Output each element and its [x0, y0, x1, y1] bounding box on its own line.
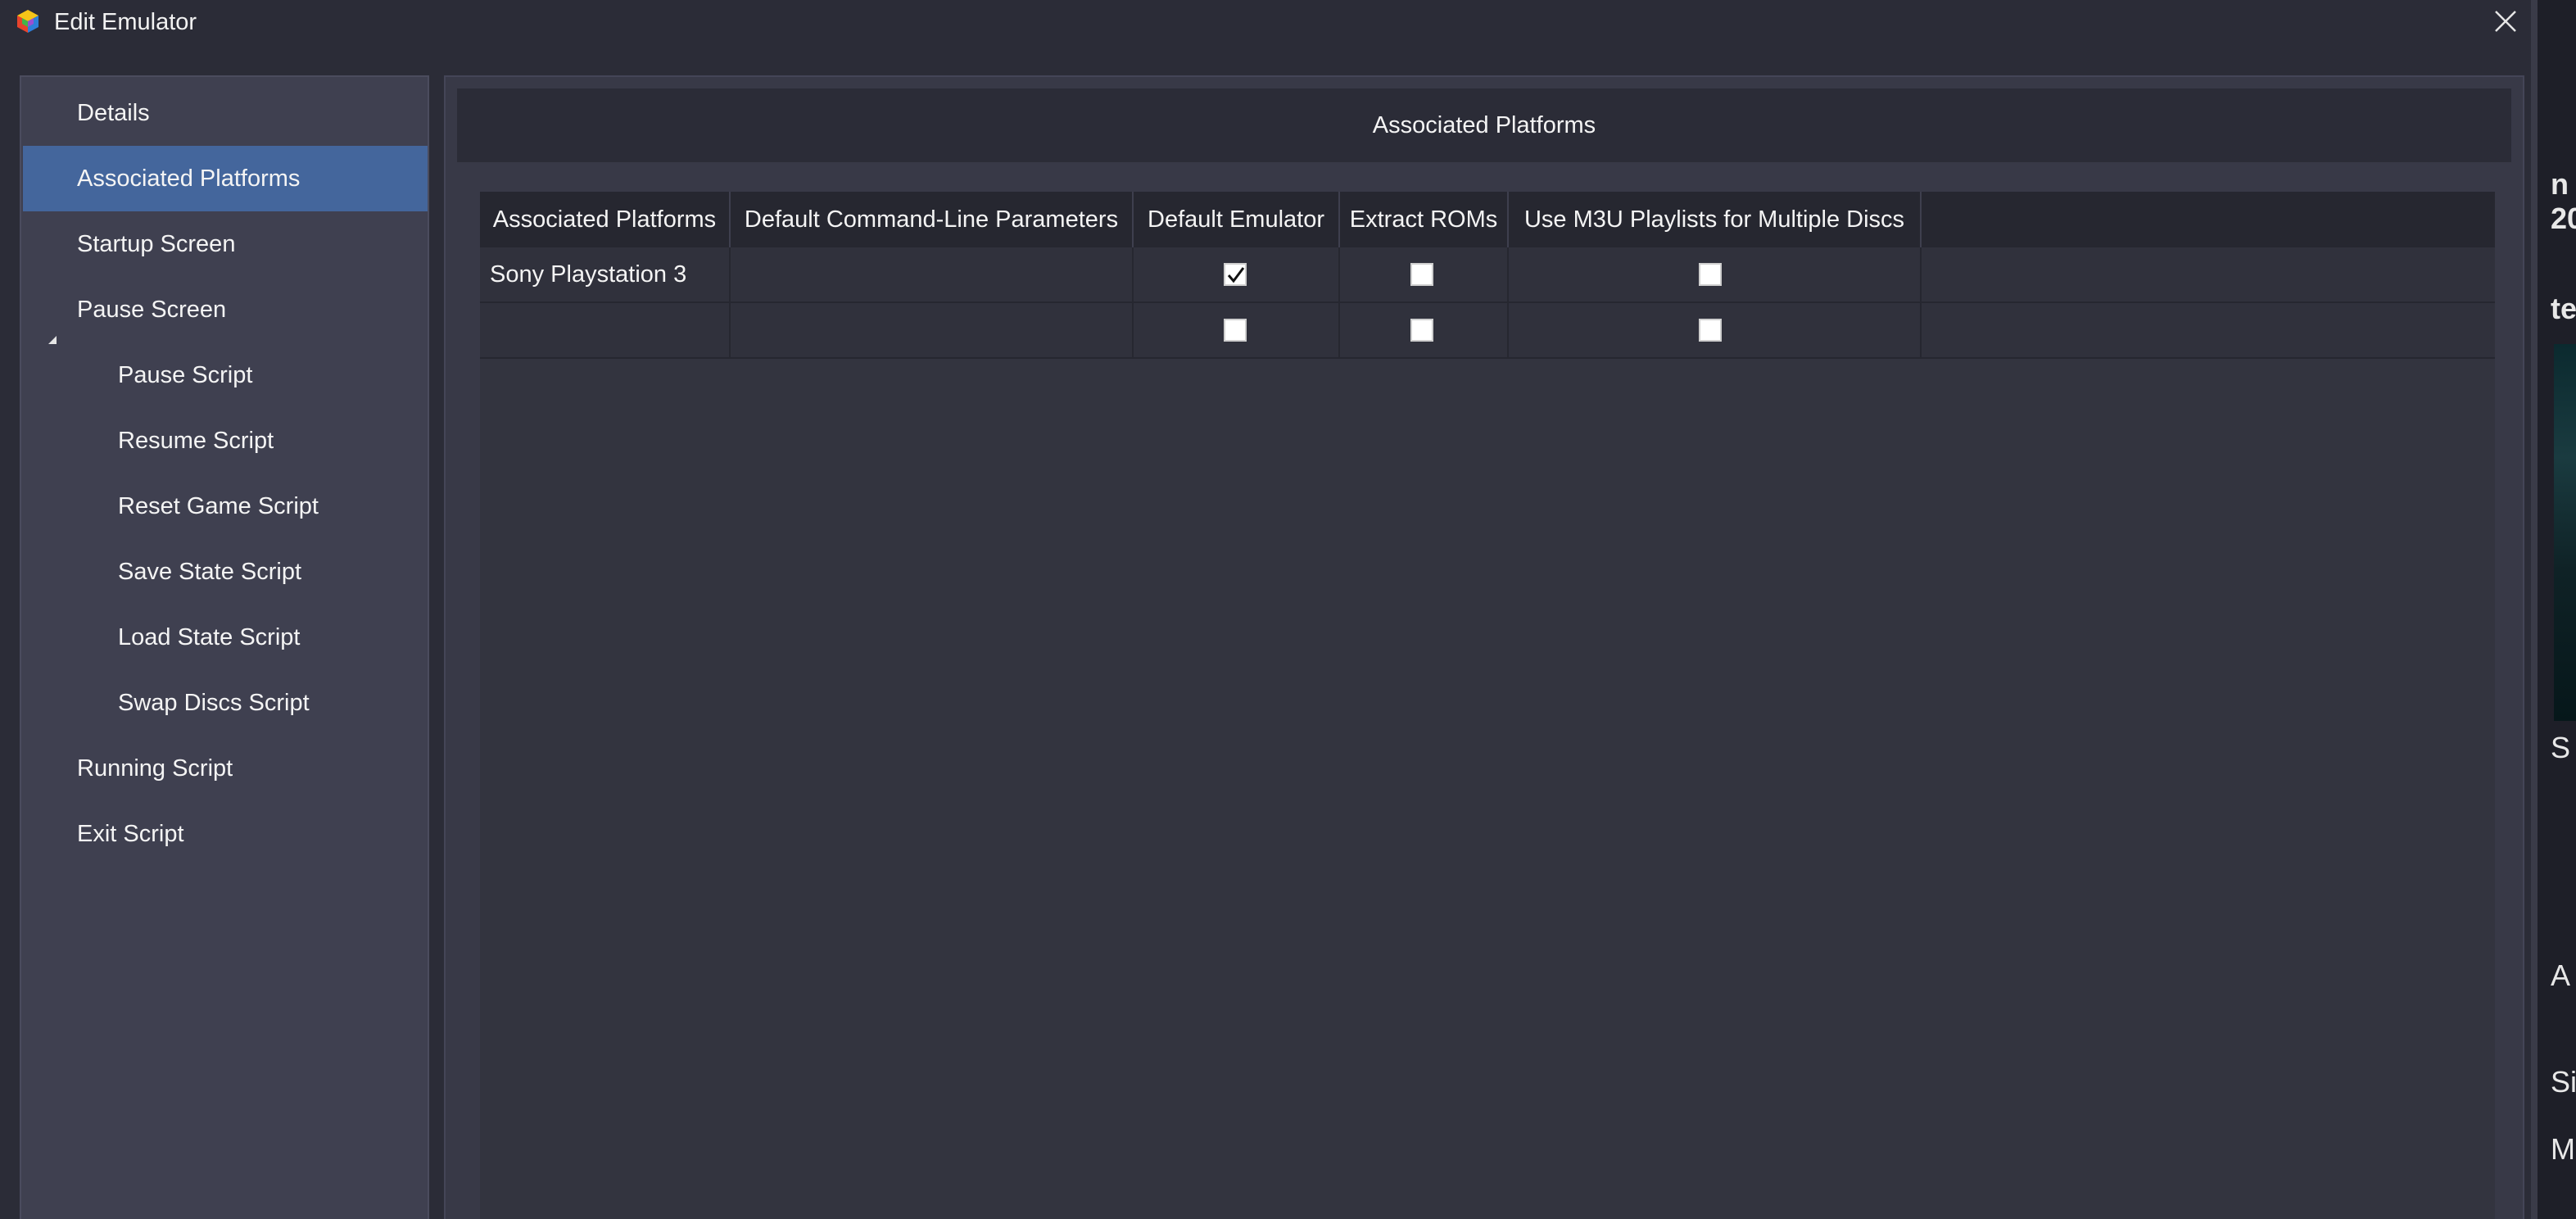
- sidebar-item-label: Associated Platforms: [77, 165, 301, 192]
- background-text: n: [2551, 167, 2569, 201]
- sidebar-item-label: Reset Game Script: [118, 493, 319, 519]
- sidebar-item-reset-game-script[interactable]: Reset Game Script: [23, 474, 428, 539]
- table-row[interactable]: [480, 303, 2495, 359]
- sidebar-item-label: Pause Screen: [77, 297, 227, 323]
- sidebar-item-label: Save State Script: [118, 559, 302, 585]
- sidebar-item-running-script[interactable]: Running Script: [23, 736, 428, 801]
- close-button[interactable]: [2487, 3, 2524, 39]
- default-emulator-cell: [1134, 303, 1340, 357]
- sidebar-item-load-state-script[interactable]: Load State Script: [23, 605, 428, 670]
- sidebar-nav: Details Associated Platforms Startup Scr…: [20, 75, 429, 1219]
- default-emulator-checkbox[interactable]: [1224, 263, 1247, 286]
- background-text: Sir: [2551, 1065, 2576, 1099]
- platform-cell[interactable]: Sony Playstation 3: [480, 247, 731, 301]
- background-text: te: [2551, 292, 2576, 325]
- launchbox-cube-icon: [15, 8, 41, 34]
- sidebar-item-pause-screen[interactable]: Pause Screen: [23, 277, 428, 344]
- background-text: A: [2551, 958, 2571, 992]
- default-emulator-checkbox[interactable]: [1224, 319, 1247, 342]
- column-header-default-emulator[interactable]: Default Emulator: [1134, 192, 1340, 247]
- platform-cell[interactable]: [480, 303, 731, 357]
- sidebar-item-label: Startup Screen: [77, 231, 236, 257]
- background-text: S: [2551, 731, 2571, 764]
- use-m3u-cell: [1509, 247, 1922, 301]
- sidebar-item-label: Running Script: [77, 755, 233, 782]
- extract-roms-cell: [1340, 247, 1509, 301]
- use-m3u-checkbox[interactable]: [1699, 263, 1722, 286]
- column-header-extract-roms[interactable]: Extract ROMs: [1340, 192, 1509, 247]
- sidebar-item-exit-script[interactable]: Exit Script: [23, 801, 428, 867]
- associated-platforms-grid: Associated Platforms Default Command-Lin…: [480, 192, 2495, 1219]
- sidebar-item-resume-script[interactable]: Resume Script: [23, 408, 428, 474]
- sidebar-item-pause-script[interactable]: Pause Script: [23, 342, 428, 408]
- sidebar-item-label: Details: [77, 100, 150, 126]
- column-header-command-line-parameters[interactable]: Default Command-Line Parameters: [731, 192, 1134, 247]
- expand-triangle-icon[interactable]: [48, 305, 57, 344]
- column-header-associated-platforms[interactable]: Associated Platforms: [480, 192, 731, 247]
- sidebar-item-details[interactable]: Details: [23, 80, 428, 146]
- table-row[interactable]: Sony Playstation 3: [480, 247, 2495, 303]
- main-panel: Associated Platforms Associated Platform…: [444, 75, 2524, 1219]
- sidebar-item-label: Pause Script: [118, 362, 253, 388]
- extract-roms-cell: [1340, 303, 1509, 357]
- background-text: M: [2551, 1132, 2575, 1166]
- sidebar-item-label: Exit Script: [77, 821, 184, 847]
- sidebar-item-label: Load State Script: [118, 624, 301, 650]
- window-title: Edit Emulator: [54, 9, 197, 35]
- sidebar-item-label: Resume Script: [118, 428, 274, 454]
- use-m3u-checkbox[interactable]: [1699, 319, 1722, 342]
- sidebar-item-swap-discs-script[interactable]: Swap Discs Script: [23, 670, 428, 736]
- background-image: [2554, 344, 2576, 721]
- column-header-use-m3u-playlists[interactable]: Use M3U Playlists for Multiple Discs: [1509, 192, 1922, 247]
- title-bar: Edit Emulator: [0, 0, 2531, 46]
- use-m3u-cell: [1509, 303, 1922, 357]
- sidebar-item-label: Swap Discs Script: [118, 690, 310, 716]
- sidebar-item-save-state-script[interactable]: Save State Script: [23, 539, 428, 605]
- extract-roms-checkbox[interactable]: [1410, 319, 1433, 342]
- parameters-cell[interactable]: [731, 303, 1134, 357]
- default-emulator-cell: [1134, 247, 1340, 301]
- extract-roms-checkbox[interactable]: [1410, 263, 1433, 286]
- parameters-cell[interactable]: [731, 247, 1134, 301]
- sidebar-item-startup-screen[interactable]: Startup Screen: [23, 211, 428, 277]
- background-text: 20: [2551, 202, 2576, 235]
- sidebar-item-associated-platforms[interactable]: Associated Platforms: [23, 146, 428, 211]
- grid-header: Associated Platforms Default Command-Lin…: [480, 192, 2495, 247]
- section-title: Associated Platforms: [457, 88, 2511, 162]
- edit-emulator-window: n 20 te S A Sir M Edit Emulator: [0, 0, 2576, 1219]
